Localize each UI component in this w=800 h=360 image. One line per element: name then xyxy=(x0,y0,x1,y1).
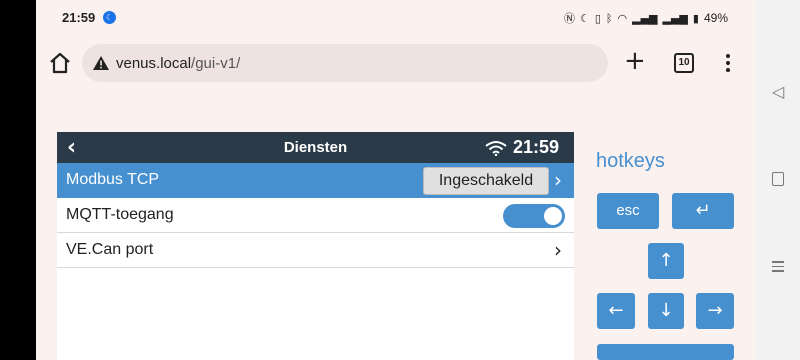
device-clock: 21:59 xyxy=(513,137,560,157)
url-host: venus.local xyxy=(116,55,192,72)
row-label: Modbus TCP xyxy=(66,171,160,188)
space-key-button[interactable] xyxy=(597,344,734,360)
home-icon[interactable] xyxy=(48,51,72,75)
tab-switcher-button[interactable]: 10 xyxy=(674,53,694,73)
device-header: ‹ Diensten 21:59 xyxy=(57,132,574,163)
browser-toolbar: venus.local/gui-v1/ + 10 xyxy=(36,36,756,92)
row-label: VE.Can port xyxy=(66,241,154,258)
system-nav-bar: ◁ xyxy=(756,0,800,360)
nav-back-icon[interactable]: ◁ xyxy=(756,82,800,101)
bluetooth-icon: ᛒ xyxy=(605,11,613,25)
esc-key-button[interactable]: esc xyxy=(597,193,659,229)
new-tab-button[interactable]: + xyxy=(624,46,646,76)
hotkeys-heading: hotkeys xyxy=(596,150,665,172)
status-clock: 21:59 xyxy=(62,10,96,25)
toggle-knob xyxy=(544,207,562,225)
device-screen: ‹ Diensten 21:59 Modbus TCP Ingeschakeld… xyxy=(57,132,574,360)
row-value-badge: Ingeschakeld xyxy=(423,167,549,195)
status-icons: Ⓝ ☾ ▯ ᛒ ◠ ▂▄▆ ▂▄▆ ▮ 49% xyxy=(564,10,728,26)
url-bar[interactable]: venus.local/gui-v1/ xyxy=(82,44,608,82)
right-arrow-key-button[interactable]: → xyxy=(696,293,734,329)
browser-menu-button[interactable] xyxy=(726,54,730,75)
page-content: ‹ Diensten 21:59 Modbus TCP Ingeschakeld… xyxy=(36,92,756,360)
nav-menu-icon[interactable] xyxy=(756,258,800,275)
screen-edge xyxy=(0,0,36,360)
list-item-vecan-port[interactable]: VE.Can port › xyxy=(57,233,574,268)
row-label: MQTT-toegang xyxy=(66,206,174,223)
status-bar: 21:59 ☾ Ⓝ ☾ ▯ ᛒ ◠ ▂▄▆ ▂▄▆ ▮ 49% xyxy=(36,0,756,36)
wifi-icon: ◠ xyxy=(617,11,628,25)
battery-percent: 49% xyxy=(703,11,728,25)
nav-overview-icon[interactable] xyxy=(756,171,800,190)
battery-icon: ▮ xyxy=(692,11,699,25)
nfc-icon: Ⓝ xyxy=(563,12,575,25)
mqtt-toggle-switch[interactable] xyxy=(503,204,565,228)
notification-badge-icon: ☾ xyxy=(103,11,116,24)
vibrate-icon: ▯ xyxy=(594,11,601,25)
up-arrow-key-button[interactable]: ↑ xyxy=(648,243,684,279)
signal-2-icon: ▂▄▆ xyxy=(662,11,688,25)
down-arrow-key-button[interactable]: ↓ xyxy=(648,293,684,329)
dnd-moon-icon: ☾ xyxy=(579,11,590,25)
warning-icon[interactable] xyxy=(92,55,110,71)
list-item-modbus-tcp[interactable]: Modbus TCP Ingeschakeld › xyxy=(57,163,574,198)
url-path: /gui-v1/ xyxy=(191,55,241,72)
chevron-right-icon: › xyxy=(554,168,562,192)
url-text[interactable]: venus.local/gui-v1/ xyxy=(116,55,240,72)
signal-icon: ▂▄▆ xyxy=(632,11,658,25)
list-item-mqtt-access[interactable]: MQTT-toegang xyxy=(57,198,574,233)
wifi-icon xyxy=(485,141,507,156)
chevron-right-icon: › xyxy=(554,238,562,262)
left-arrow-key-button[interactable]: ← xyxy=(597,293,635,329)
enter-key-button[interactable]: ↵ xyxy=(672,193,734,229)
